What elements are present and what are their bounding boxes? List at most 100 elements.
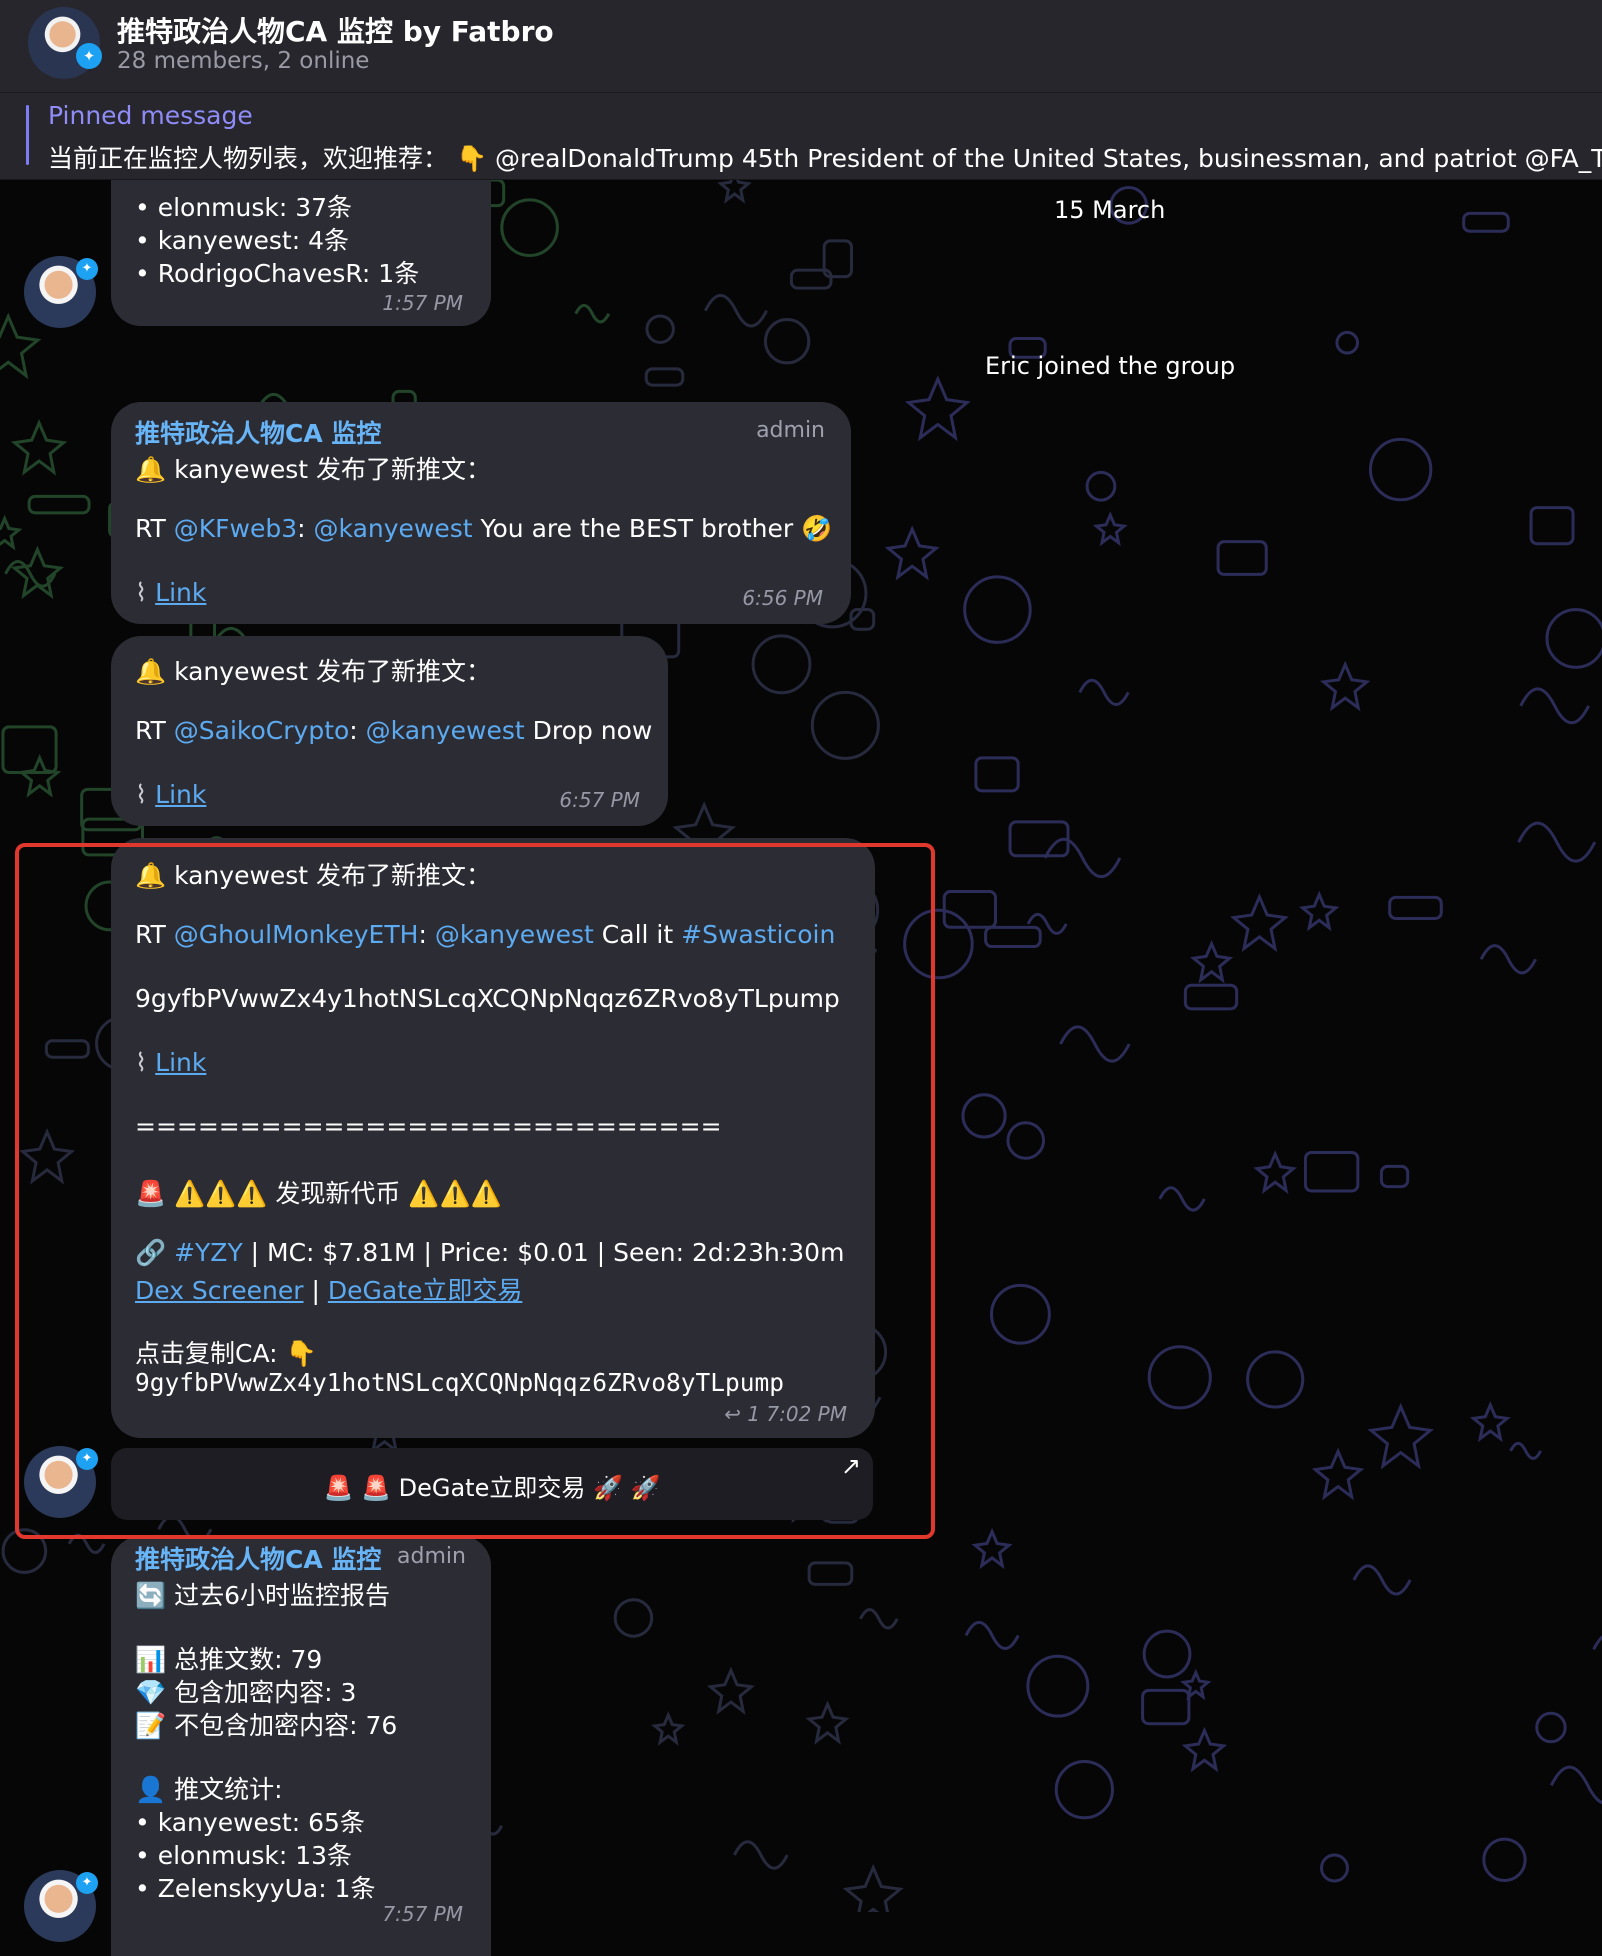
admin-badge: admin (397, 1544, 466, 1569)
tweet-body: RT @KFweb3: @kanyewest You are the BEST … (135, 514, 832, 544)
doodle-shape (903, 908, 974, 980)
doodle-shape (1469, 1401, 1511, 1443)
mention-link[interactable]: @SaikoCrypto (174, 716, 350, 745)
separator: : (297, 514, 314, 543)
doodle-shape (810, 690, 880, 760)
tweet-link[interactable]: Link (155, 1048, 206, 1077)
copy-ca-code[interactable]: 9gyfbPVwwZx4y1hotNSLcqXCQNpNqqz6ZRvo8yTL… (135, 1368, 784, 1397)
admin-badge: admin (756, 418, 825, 443)
sender-avatar[interactable]: ✦ (24, 1870, 98, 1942)
doodle-shape (974, 756, 1020, 793)
tweet-link[interactable]: Link (155, 780, 206, 809)
doodle-shape (884, 525, 940, 581)
hashtag-link[interactable]: #Swasticoin (681, 920, 835, 949)
degate-trade-button[interactable]: 🚨 🚨 DeGate立即交易 🚀 🚀 ↗ (111, 1448, 873, 1520)
doodle-shape (805, 1700, 850, 1745)
message-bubble[interactable]: 推特政治人物CA 监控 admin 🔔 kanyewest 发布了新推文： RT… (111, 402, 851, 624)
sender-avatar[interactable]: ✦ (24, 1446, 98, 1518)
doodle-shape (1303, 1150, 1360, 1193)
doodle-shape (1142, 1629, 1192, 1679)
doodle-shape (44, 1039, 90, 1059)
doodle-shape (733, 1840, 789, 1870)
doodle-shape (1078, 678, 1130, 706)
sender-name[interactable]: 推特政治人物CA 监控 (135, 1540, 381, 1576)
pinned-label: Pinned message (48, 101, 253, 130)
pinned-text[interactable]: 当前正在监控人物列表，欢迎推荐： 👇 @realDonaldTrump 45th… (48, 139, 1602, 175)
tweet-text: You are the BEST brother 🤣 (472, 514, 833, 543)
degate-link[interactable]: DeGate立即交易 (328, 1276, 523, 1305)
doodle-shape (1535, 1711, 1567, 1744)
doodle-shape (500, 198, 559, 257)
doodle-shape (645, 314, 675, 344)
link-row: ⌇ Link (135, 780, 206, 809)
mention-link[interactable]: @kanyewest (366, 716, 525, 745)
group-avatar[interactable]: ✦ (28, 7, 102, 79)
message-time: 6:56 PM (742, 586, 823, 610)
dex-screener-link[interactable]: Dex Screener (135, 1276, 304, 1305)
paperclip-icon: ⌇ (135, 578, 148, 607)
report-section: 👤 推文统计: (135, 1775, 283, 1804)
twitter-bird-icon: ✦ (76, 258, 98, 280)
paperclip-icon: ⌇ (135, 1048, 148, 1077)
doodle-shape (1043, 837, 1122, 878)
stat-line: 📝 不包含加密内容: 76 (135, 1711, 398, 1740)
message-bubble-token-alert[interactable]: 🔔 kanyewest 发布了新推文： RT @GhoulMonkeyETH: … (111, 838, 875, 1438)
token-stats-row: 🔗 #YZY | MC: $7.81M | Price: $0.01 | See… (135, 1238, 844, 1268)
doodle-shape (807, 1561, 854, 1586)
token-hashtag[interactable]: #YZY (174, 1238, 243, 1267)
doodle-shape (1147, 1345, 1212, 1410)
doodle-shape (1379, 1164, 1410, 1189)
token-alert-title: 🚨 ⚠️⚠️⚠️ 发现新代币 ⚠️⚠️⚠️ (135, 1179, 502, 1208)
doodle-shape (1509, 1441, 1542, 1460)
message-bubble-report[interactable]: 推特政治人物CA 监控 admin 🔄 过去6小时监控报告 📊 总推文数: 79… (111, 1536, 491, 1956)
doodle-shape (971, 1527, 1013, 1570)
token-stats: | MC: $7.81M | Price: $0.01 | Seen: 2d:2… (242, 1238, 845, 1267)
mention-link[interactable]: @GhoulMonkeyETH (174, 920, 419, 949)
message-bubble[interactable]: 🔔 kanyewest 发布了新推文： RT @SaikoCrypto: @ka… (111, 636, 668, 826)
doodle-shape (1388, 895, 1443, 920)
doodle-shape (27, 494, 91, 515)
list-item: • elonmusk: 37条 (135, 193, 353, 222)
sender-avatar[interactable]: ✦ (24, 256, 98, 328)
twitter-bird-icon: ✦ (76, 1872, 98, 1894)
mention-link[interactable]: @kanyewest (435, 920, 594, 949)
report-title: 🔄 过去6小时监控报告 (135, 1581, 390, 1610)
pinned-indicator (26, 105, 29, 165)
doodle-shape (1026, 912, 1068, 935)
doodle-shape (1517, 821, 1597, 863)
doodle-shape (984, 925, 1042, 949)
doodle-shape (1529, 506, 1575, 546)
doodle-shape (1319, 660, 1371, 712)
doodle-shape (1368, 437, 1433, 502)
message-meta: ↩ 1 7:02 PM (724, 1402, 847, 1426)
tweet-header: 🔔 kanyewest 发布了新推文： (135, 861, 492, 890)
mention-link[interactable]: @kanyewest (314, 514, 473, 543)
chat-title[interactable]: 推特政治人物CA 监控 by Fatbro (117, 10, 554, 50)
pinned-message-bar[interactable]: Pinned message 当前正在监控人物列表，欢迎推荐： 👇 @realD… (0, 93, 1602, 180)
divider-text: ============================ (135, 1112, 722, 1141)
doodle-shape (942, 890, 998, 929)
doodle-shape (706, 1666, 755, 1715)
doodle-shape (0, 514, 23, 551)
doodle-shape (1026, 1654, 1090, 1718)
chat-header[interactable]: ✦ 推特政治人物CA 监控 by Fatbro 28 members, 2 on… (0, 0, 1602, 93)
sender-name[interactable]: 推特政治人物CA 监控 (135, 414, 381, 450)
doodle-shape (1085, 470, 1117, 502)
doodle-shape (574, 303, 611, 324)
twitter-bird-icon: ✦ (76, 43, 102, 69)
mention-link[interactable]: @KFweb3 (174, 514, 297, 543)
doodle-shape (644, 367, 685, 387)
separator: : (349, 716, 366, 745)
rt-prefix: RT (135, 514, 174, 543)
tweet-link[interactable]: Link (155, 578, 206, 607)
member-count: 28 members, 2 online (117, 48, 370, 74)
doodle-shape (859, 1608, 899, 1630)
doodle-shape (963, 575, 1032, 644)
doodle-shape (964, 1620, 1020, 1650)
reply-count[interactable]: ↩ 1 (724, 1402, 760, 1426)
doodle-shape (703, 293, 768, 328)
doodle-shape (763, 318, 811, 365)
message-time: 7:02 PM (766, 1402, 847, 1426)
doodle-shape (1479, 944, 1537, 975)
doodle-shape (1189, 939, 1234, 984)
